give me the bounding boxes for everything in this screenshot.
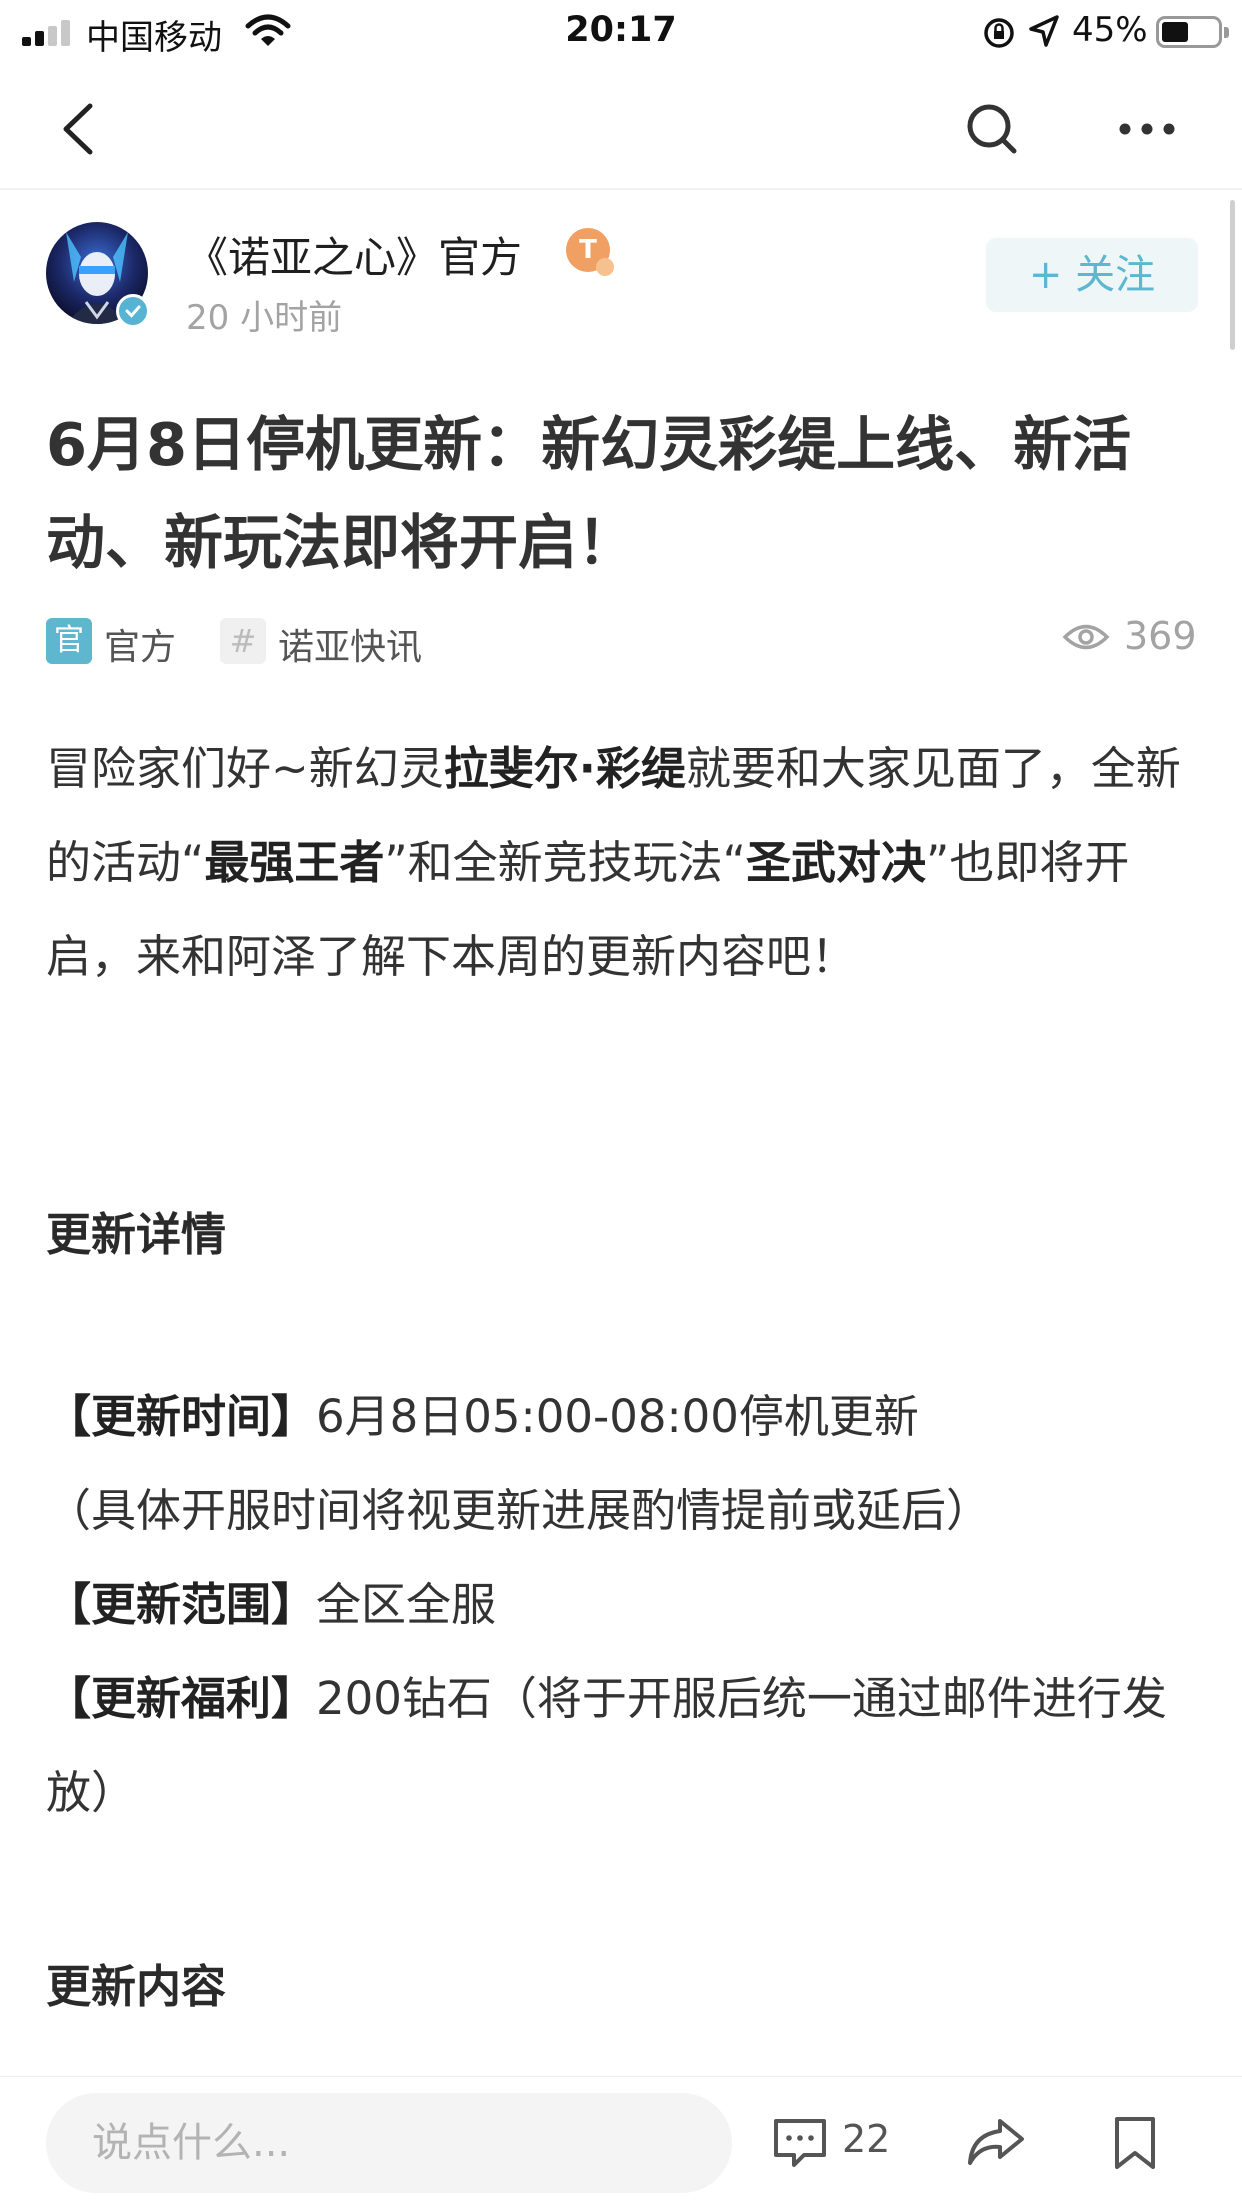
battery-percent: 45%	[1072, 10, 1148, 50]
official-tag-label[interactable]: 官方	[104, 618, 176, 670]
nav-bar	[0, 66, 1242, 190]
update-info: 【更新时间】6月8日05:00-08:00停机更新 （具体开服时间将视更新进展酌…	[46, 1370, 1206, 1840]
battery-icon	[1156, 16, 1229, 48]
topic-tag-label[interactable]: 诺亚快讯	[278, 618, 422, 670]
view-count: 369	[1124, 614, 1197, 658]
more-dots-icon[interactable]	[1116, 94, 1178, 164]
comment-icon[interactable]	[772, 2117, 828, 2169]
update-reward-line: 【更新福利】200钻石（将于开服后统一通过邮件进行发放）	[46, 1672, 1167, 1819]
official-tag-icon[interactable]: 官	[46, 618, 92, 664]
orientation-lock-icon	[984, 18, 1014, 48]
section-heading-details: 更新详情	[46, 1208, 227, 1261]
level-badge-icon: T	[566, 228, 614, 276]
topic-hash-icon[interactable]: #	[220, 618, 266, 664]
location-arrow-icon	[1029, 15, 1059, 47]
comment-count[interactable]: 22	[842, 2117, 890, 2161]
update-time-line: 【更新时间】6月8日05:00-08:00停机更新	[46, 1390, 919, 1443]
back-chevron-icon[interactable]	[56, 94, 106, 164]
status-bar: 中国移动 20:17 45%	[0, 0, 1242, 66]
eye-icon	[1062, 624, 1110, 650]
verified-badge-icon	[116, 294, 150, 328]
update-time-note: （具体开服时间将视更新进展酌情提前或延后）	[46, 1484, 992, 1537]
post-time: 20 小时前	[186, 298, 343, 338]
update-range-line: 【更新范围】全区全服	[46, 1578, 497, 1631]
intro-paragraph: 冒险家们好~新幻灵拉斐尔·彩缇就要和大家见面了，全新的活动“最强王者”和全新竞技…	[46, 742, 1181, 983]
bottom-action-bar: 说点什么... 22	[0, 2076, 1242, 2208]
share-icon[interactable]	[966, 2117, 1026, 2167]
comment-input[interactable]: 说点什么...	[46, 2093, 732, 2193]
bookmark-icon[interactable]	[1112, 2115, 1158, 2171]
follow-button[interactable]: + 关注	[986, 238, 1198, 312]
author-name[interactable]: 《诺亚之心》官方	[186, 224, 522, 285]
search-icon[interactable]	[962, 94, 1022, 164]
scroll-indicator	[1230, 200, 1235, 350]
section-heading-content: 更新内容	[46, 1960, 227, 2013]
post-title: 6月8日停机更新：新幻灵彩缇上线、新活动、新玩法即将开启！	[46, 410, 1132, 577]
